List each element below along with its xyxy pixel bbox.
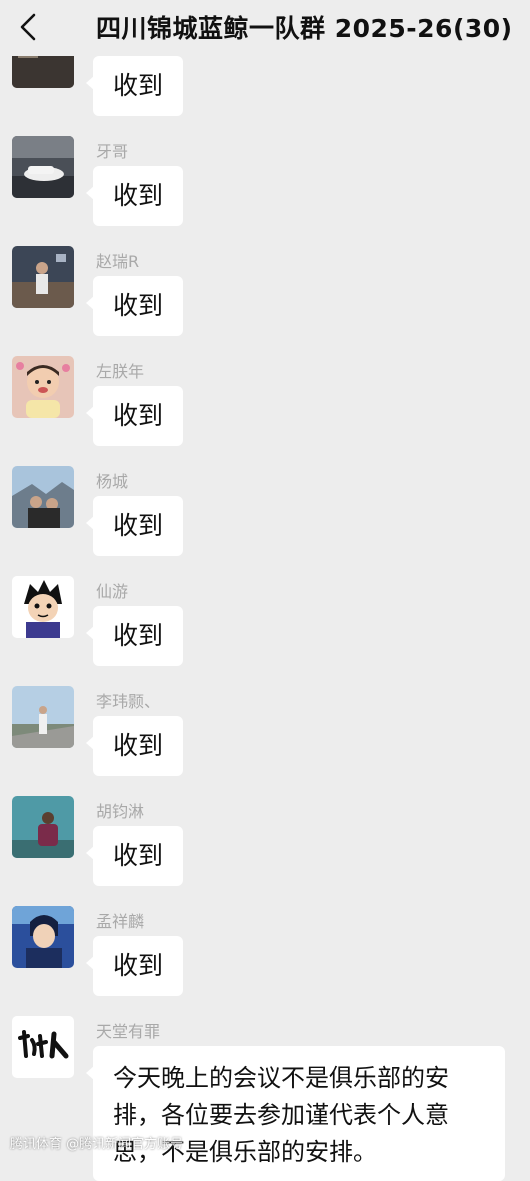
sender-name: 仙游 xyxy=(96,582,129,601)
sender-name: 牙哥 xyxy=(96,142,129,161)
avatar[interactable] xyxy=(12,906,74,968)
avatar[interactable] xyxy=(12,796,74,858)
sender-name: 孟祥麟 xyxy=(96,912,145,931)
sender-name: 杨城 xyxy=(96,472,129,491)
avatar[interactable] xyxy=(12,246,74,308)
message-bubble[interactable]: 收到 xyxy=(85,56,184,116)
avatar[interactable] xyxy=(12,466,74,528)
avatar-image xyxy=(12,1016,74,1078)
message-bubble[interactable]: 收到 xyxy=(85,826,184,886)
avatar[interactable] xyxy=(12,576,74,638)
sender-name: 天堂有罪 xyxy=(96,1022,161,1041)
avatar-image xyxy=(12,906,74,968)
sender-name: 左朕年 xyxy=(96,362,145,381)
message-bubble[interactable]: 收到 xyxy=(85,386,184,446)
back-button[interactable] xyxy=(14,10,44,44)
avatar-image xyxy=(12,686,74,748)
message-bubble[interactable]: 收到 xyxy=(85,276,184,336)
chat-title: 四川锦城蓝鲸一队群 2025-26(30) xyxy=(96,14,513,43)
avatar-image xyxy=(12,576,74,638)
avatar[interactable] xyxy=(12,686,74,748)
watermark: 腾讯体育 @腾讯新闻官方账号 xyxy=(10,1137,184,1152)
message-bubble[interactable]: 收到 xyxy=(85,606,184,666)
avatar[interactable] xyxy=(12,356,74,418)
sender-name: 赵瑞R xyxy=(96,252,140,271)
avatar-image xyxy=(12,466,74,528)
avatar[interactable] xyxy=(12,136,74,198)
avatar-image xyxy=(12,136,74,198)
avatar-image xyxy=(12,246,74,308)
message-bubble[interactable]: 收到 xyxy=(85,496,184,556)
message-bubble[interactable]: 今天晚上的会议不是俱乐部的安排，各位要去参加谨代表个人意思，不是俱乐部的安排。 xyxy=(86,1046,505,1181)
message-bubble[interactable]: 收到 xyxy=(85,166,184,226)
avatar-image xyxy=(12,356,74,418)
chat-header: 四川锦城蓝鲸一队群 2025-26(30) xyxy=(0,0,530,56)
message-bubble[interactable]: 收到 xyxy=(85,936,184,996)
sender-name: 胡钧淋 xyxy=(96,802,145,821)
message-bubble[interactable]: 收到 xyxy=(85,716,184,776)
sender-name: 李玮颢、 xyxy=(96,692,161,711)
avatar-image xyxy=(12,796,74,858)
avatar[interactable] xyxy=(12,1016,74,1078)
chevron-left-icon xyxy=(20,13,36,41)
